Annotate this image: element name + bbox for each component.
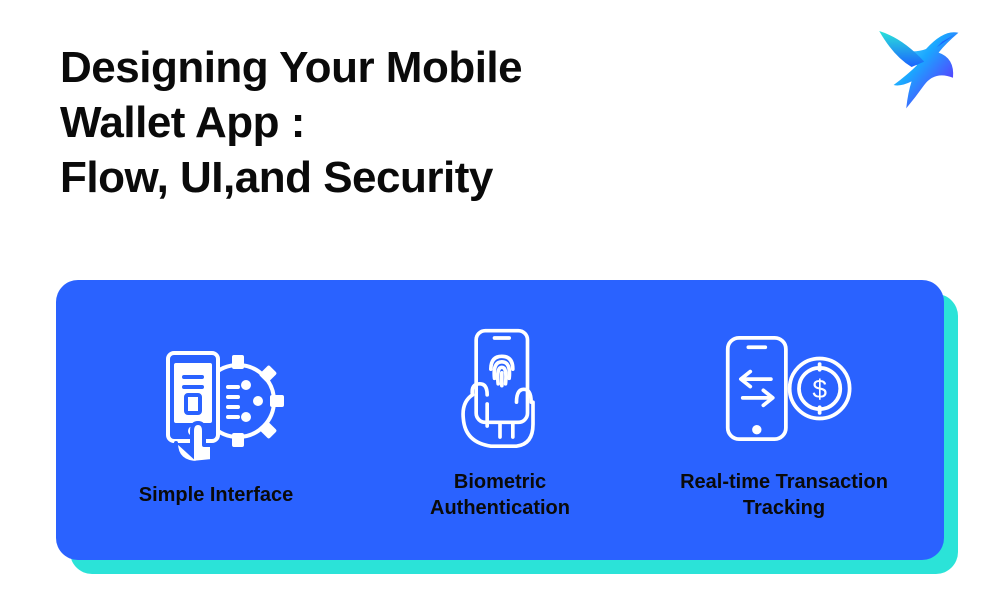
feature-simple-interface: Simple Interface: [75, 333, 356, 508]
feature-biometric-auth: BiometricAuthentication: [359, 320, 640, 521]
page-title: Designing Your Mobile Wallet App : Flow,…: [60, 40, 522, 205]
feature-label: Simple Interface: [139, 482, 294, 508]
card-body: Simple Interface: [56, 280, 944, 560]
feature-transaction-tracking: $ Real-time TransactionTracking: [643, 320, 924, 521]
title-line-2: Wallet App :: [60, 95, 522, 150]
simple-interface-icon: [146, 333, 286, 468]
hummingbird-logo: [872, 22, 962, 112]
slide: Designing Your Mobile Wallet App : Flow,…: [0, 0, 1000, 600]
biometric-auth-icon: [445, 320, 555, 455]
title-line-1: Designing Your Mobile: [60, 40, 522, 95]
features-card: Simple Interface: [56, 280, 944, 560]
title-line-3: Flow, UI,and Security: [60, 150, 522, 205]
feature-label: Real-time TransactionTracking: [680, 469, 888, 521]
svg-text:$: $: [812, 373, 827, 403]
transaction-track-icon: $: [709, 320, 859, 455]
feature-label: BiometricAuthentication: [430, 469, 570, 521]
